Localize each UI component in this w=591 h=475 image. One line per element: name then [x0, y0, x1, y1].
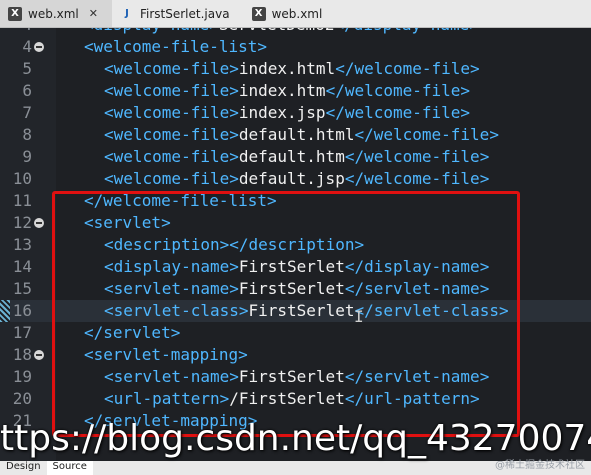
line-number: 15 [12, 279, 32, 298]
line-number: 4 [22, 37, 32, 56]
code-line[interactable]: 9 <welcome-file>default.htm</welcome-file… [0, 146, 591, 168]
code-line[interactable]: 11 </welcome-file-list> [0, 190, 591, 212]
code-line[interactable]: 10 <welcome-file>default.jsp</welcome-fil… [0, 168, 591, 190]
code-text: </servlet> [84, 323, 181, 342]
code-line[interactable]: 4 <display-name>ServletDemo2</display-nam… [0, 28, 591, 36]
line-number: 6 [22, 81, 32, 100]
line-number: 12 [12, 213, 32, 232]
text-cursor-icon: Ι [354, 307, 364, 326]
line-number: 5 [22, 59, 32, 78]
line-number: 16 [12, 301, 32, 320]
code-text: <servlet-name>FirstSerlet</servlet-name> [104, 367, 490, 386]
line-number: 10 [12, 169, 32, 188]
code-line[interactable]: 19 <servlet-name>FirstSerlet</servlet-nam… [0, 366, 591, 388]
code-editor[interactable]: 4 <display-name>ServletDemo2</display-nam… [0, 28, 591, 461]
code-line[interactable]: 18 <servlet-mapping> [0, 344, 591, 366]
code-text: <welcome-file>index.htm</welcome-file> [104, 81, 471, 100]
line-number: 11 [12, 191, 32, 210]
xml-file-icon: X [8, 6, 22, 21]
code-text: <welcome-file>default.jsp</welcome-file> [104, 169, 490, 188]
code-text: <welcome-file>default.html</welcome-file… [104, 125, 499, 144]
code-line[interactable]: 7 <welcome-file>index.jsp</welcome-file> [0, 102, 591, 124]
watermark-url: ttps://blog.csdn.net/qq_43270074 [0, 418, 591, 459]
code-line[interactable]: 6 <welcome-file>index.htm</welcome-file> [0, 80, 591, 102]
line-number: 8 [22, 125, 32, 144]
line-number: 7 [22, 103, 32, 122]
code-line[interactable]: 5 <welcome-file>index.html</welcome-file> [0, 58, 591, 80]
fold-toggle-icon[interactable] [34, 42, 44, 52]
code-text: <welcome-file-list> [84, 37, 268, 56]
fold-toggle-icon[interactable] [34, 218, 44, 228]
code-text: <servlet-name>FirstSerlet</servlet-name> [104, 279, 490, 298]
line-number: 14 [12, 257, 32, 276]
code-line[interactable]: 13 <description></description> [0, 234, 591, 256]
editor-tab-bar: Xweb.xml ✕ J FirstSerlet.java Xweb.xml [0, 0, 591, 28]
java-file-icon: J [125, 8, 129, 19]
code-line[interactable]: 15 <servlet-name>FirstSerlet</servlet-nam… [0, 278, 591, 300]
code-text: <servlet-mapping> [84, 345, 248, 364]
tab-web-xml[interactable]: Xweb.xml [244, 0, 337, 27]
code-line[interactable]: 20 <url-pattern>/FirstSerlet</url-pattern… [0, 388, 591, 410]
code-text: <description></description> [104, 235, 365, 254]
tab-web-xml[interactable]: Xweb.xml ✕ [0, 0, 112, 27]
code-line[interactable]: 17 </servlet> [0, 322, 591, 344]
line-number: 4 [0, 28, 32, 36]
tab-label: web.xml [271, 6, 323, 21]
code-line[interactable]: 4 <welcome-file-list> [0, 36, 591, 58]
line-number: 19 [12, 367, 32, 386]
code-text: <display-name>FirstSerlet</display-name> [104, 257, 490, 276]
code-text: <servlet> [84, 213, 171, 232]
code-line[interactable]: 8 <welcome-file>default.html</welcome-fil… [0, 124, 591, 146]
code-text: <servlet-class>FirstSerlet</servlet-clas… [104, 301, 509, 320]
code-text: <welcome-file>default.htm</welcome-file> [104, 147, 490, 166]
code-text: <url-pattern>/FirstSerlet</url-pattern> [104, 389, 480, 408]
code-line[interactable]: 16 <servlet-class>FirstSerlet</servlet-cl… [0, 300, 591, 322]
line-number: 17 [12, 323, 32, 342]
code-text: <welcome-file>index.jsp</welcome-file> [104, 103, 471, 122]
fold-toggle-icon[interactable] [34, 350, 44, 360]
tab-label: web.xml [28, 6, 79, 21]
tab-firstserlet-java[interactable]: J FirstSerlet.java [112, 0, 244, 27]
xml-file-icon: X [251, 6, 266, 21]
line-number: 18 [12, 345, 32, 364]
line-number: 20 [12, 389, 32, 408]
code-text: <welcome-file>index.html</welcome-file> [104, 59, 480, 78]
bottom-tab-source[interactable]: Source [46, 461, 93, 475]
code-line[interactable]: 14 <display-name>FirstSerlet</display-nam… [0, 256, 591, 278]
line-number: 13 [12, 235, 32, 254]
bottom-tab-design[interactable]: Design [0, 461, 47, 475]
code-text: <display-name>ServletDemo2</display-name… [64, 28, 479, 36]
code-text: </welcome-file-list> [84, 191, 277, 210]
close-icon[interactable]: ✕ [89, 7, 98, 20]
code-line[interactable]: 12 <servlet> [0, 212, 591, 234]
watermark-brand: @稀土掘金技术社区 [495, 460, 585, 471]
line-number: 9 [22, 147, 32, 166]
tab-label: FirstSerlet.java [139, 6, 230, 21]
